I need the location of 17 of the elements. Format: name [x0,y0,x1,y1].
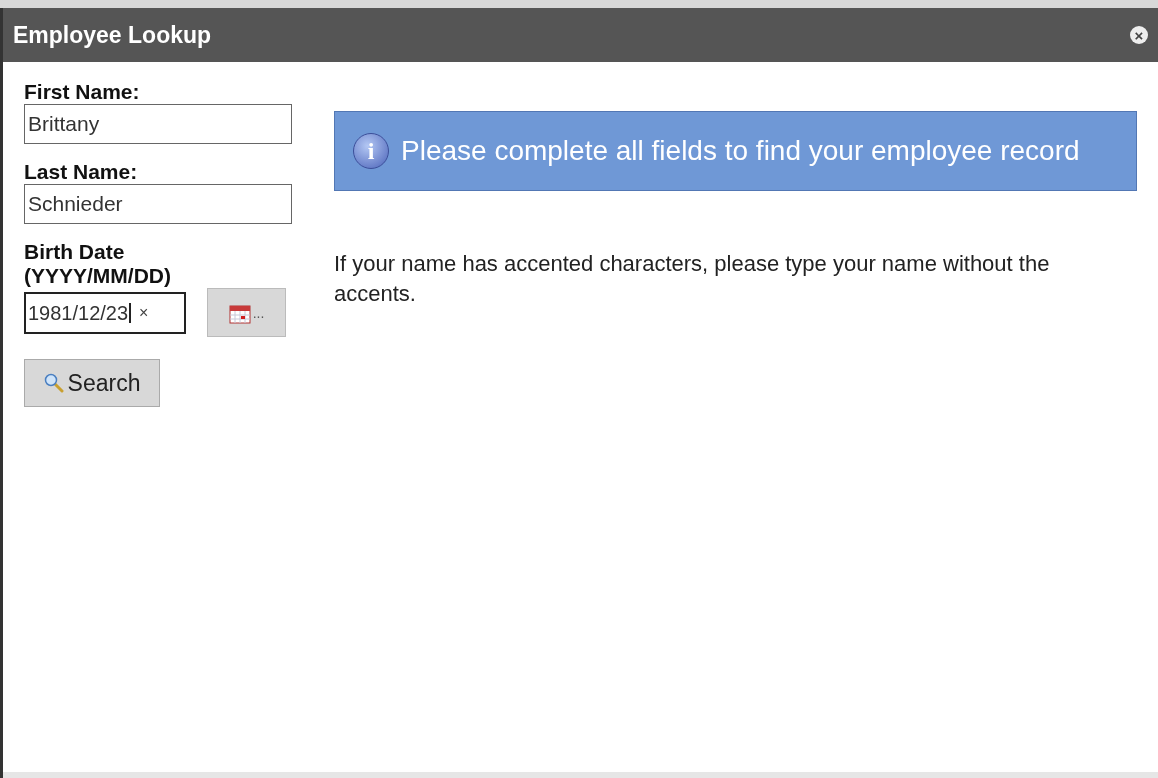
date-value: 1981/12/23 [28,302,132,323]
date-field[interactable]: 1981/12/23 × [24,291,186,334]
close-button[interactable]: × [1130,26,1148,44]
clear-icon[interactable]: × [139,300,149,325]
accent-note: If your name has accented characters, please type your name without the accents. [334,250,1051,308]
info-icon: i [353,133,389,169]
window-title: Employee Lookup [13,20,212,50]
search-button[interactable]: Search [24,359,160,407]
calendar-icon [228,304,251,324]
magnifier-icon [43,373,64,393]
calendar-button[interactable]: ... [207,288,286,337]
field-label: Birth Date (YYYY/MM/DD) [24,240,172,288]
field-label: Last Name: [24,160,139,184]
field-label: First Name: [24,80,141,104]
info-message: Please complete all fields to find your employee record [401,134,1080,168]
text-field[interactable]: Schnieder [24,184,292,224]
text-field[interactable]: Brittany [24,104,292,144]
